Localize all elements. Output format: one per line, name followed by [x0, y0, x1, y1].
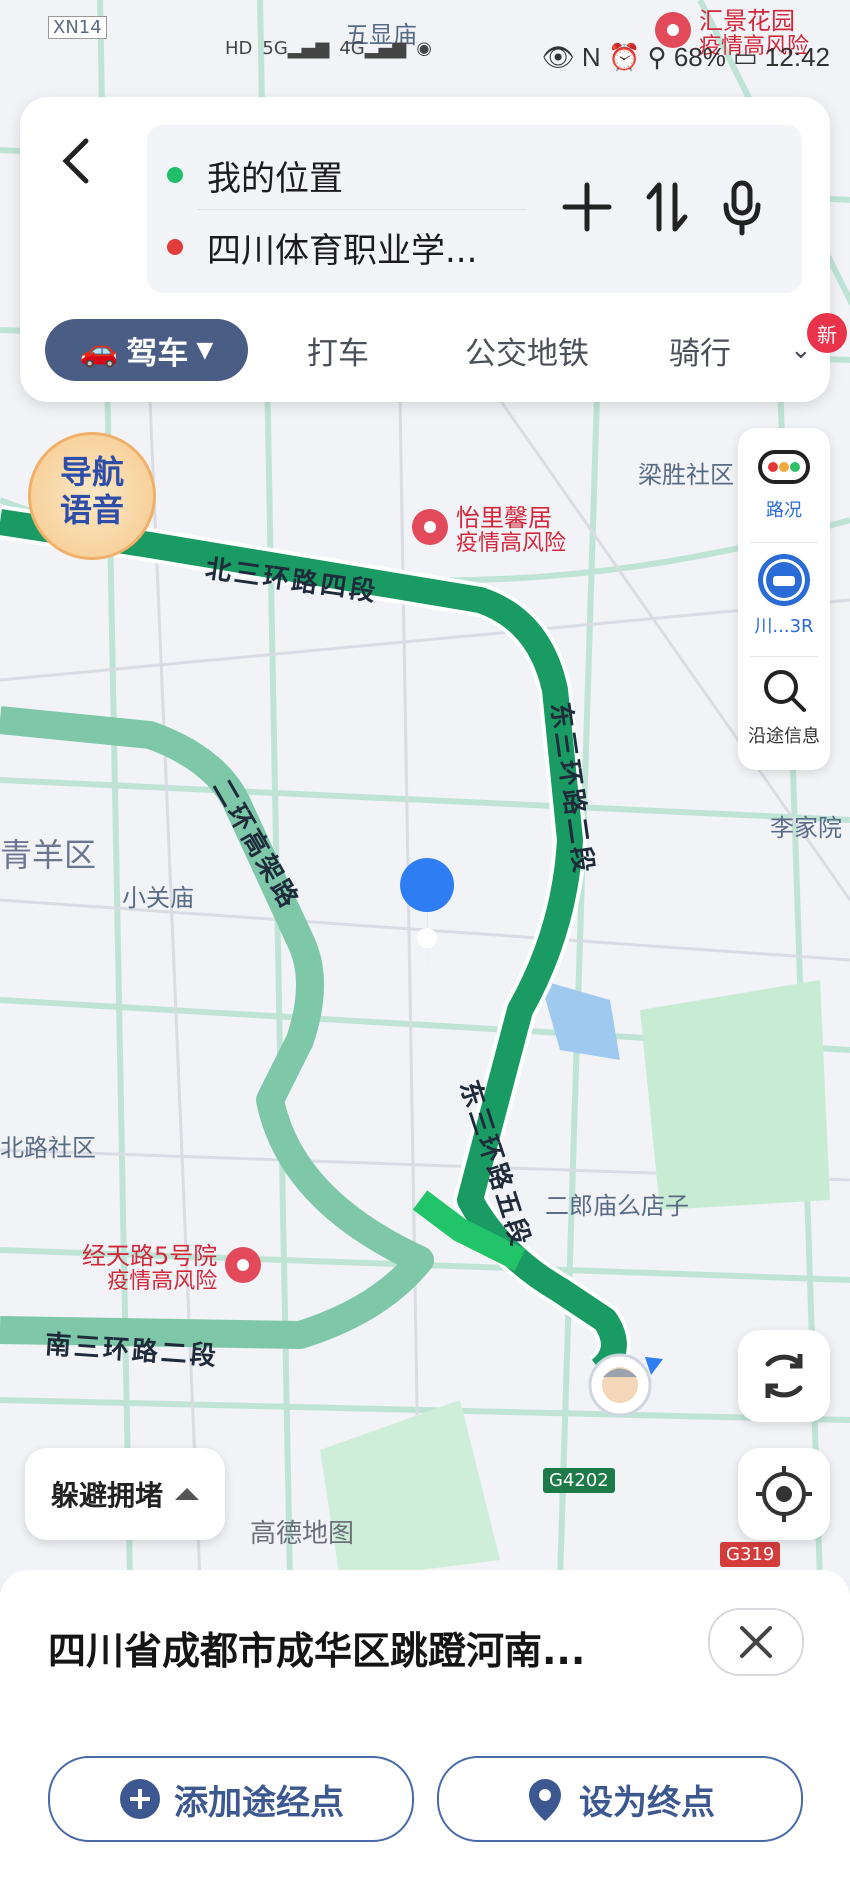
origin-dot-icon: [167, 167, 183, 183]
add-waypoint-label: 添加途经点: [174, 1782, 344, 1823]
location-pin-icon: [529, 1779, 561, 1821]
bottom-sheet: 四川省成都市成华区跳蹬河南... 添加途经点 设为终点: [0, 1570, 850, 1889]
refresh-icon: [765, 1354, 803, 1398]
tab-drive[interactable]: 🚗 驾车 ▼: [45, 319, 248, 381]
plate-label: 川...3R: [754, 616, 814, 637]
risk-area-jingtian[interactable]: 经天路5号院 疫情高风险: [82, 1243, 269, 1295]
tab-bike[interactable]: 骑行: [669, 319, 731, 381]
risk-pin-icon: [412, 509, 448, 545]
chevron-down-icon: ▼: [196, 337, 214, 363]
search-icon: [764, 670, 806, 712]
origin-label: 我的位置: [207, 158, 343, 199]
place-beilu: 北路社区: [0, 1134, 96, 1162]
risk-note: 疫情高风险: [107, 1269, 218, 1294]
destination-label: 四川体育职业学...: [207, 230, 478, 271]
add-waypoint-button[interactable]: 添加途经点: [48, 1756, 414, 1842]
close-button[interactable]: [708, 1608, 804, 1676]
plus-circle-icon: [120, 1779, 160, 1819]
chevron-up-icon: [175, 1488, 199, 1500]
place-xiaoguanmiao: 小关庙: [122, 884, 194, 912]
5g-signal-icon: 5G▂▄▆: [262, 38, 330, 59]
road-code-g4202: G4202: [543, 1468, 615, 1493]
set-destination-button[interactable]: 设为终点: [437, 1756, 803, 1842]
tab-transit[interactable]: 公交地铁: [465, 319, 589, 381]
destination-field[interactable]: 四川体育职业学...: [167, 217, 477, 277]
location-icon: ⚲: [647, 42, 667, 72]
plate-button[interactable]: 川...3R: [738, 546, 830, 654]
crosshair-icon: [756, 1466, 812, 1522]
status-right: 👁 N ⏰ ⚲ 68% ▭ 12:42: [542, 42, 830, 73]
battery-icon: ▭: [733, 42, 758, 72]
new-badge: 新: [807, 313, 847, 353]
avoid-congestion-button[interactable]: 躲避拥堵: [25, 1448, 225, 1540]
divider: [197, 209, 527, 210]
alarm-icon: ⏰: [607, 42, 641, 72]
battery-percent: 68%: [673, 42, 726, 72]
place-liangsheng: 梁胜社区: [638, 461, 734, 489]
traffic-label: 路况: [766, 500, 802, 521]
travel-mode-tabs: 🚗 驾车 ▼ 打车 公交地铁 骑行 ⌄ 新: [45, 313, 847, 381]
route-card: 我的位置 四川体育职业学... 🚗 驾车 ▼ 打车 公交地铁 骑行 ⌄ 新: [20, 97, 847, 402]
road-code-g319: G319: [720, 1542, 781, 1567]
4g-signal-icon: 4G▂▄▆: [339, 38, 407, 59]
set-destination-label: 设为终点: [579, 1782, 715, 1823]
risk-name: 经天路5号院: [82, 1242, 218, 1270]
status-icons: HD 5G▂▄▆ 4G▂▄▆ ◉: [225, 38, 432, 59]
divider: [750, 542, 818, 543]
nfc-icon: N: [581, 42, 601, 72]
destination-title: 四川省成都市成华区跳蹬河南...: [48, 1629, 586, 1673]
divider: [750, 656, 818, 657]
back-arrow-icon[interactable]: [50, 131, 100, 191]
risk-pin-icon: [225, 1247, 262, 1283]
along-route-info-button[interactable]: 沿途信息: [738, 658, 830, 766]
origin-field[interactable]: 我的位置: [167, 145, 343, 205]
place-qingyang: 青羊区: [0, 836, 97, 874]
route-inputs: 我的位置 四川体育职业学...: [147, 125, 802, 293]
along-label: 沿途信息: [748, 726, 820, 747]
tab-taxi-label: 打车: [307, 335, 369, 372]
risk-area-yilixin[interactable]: 怡里馨居 疫情高风险: [412, 505, 566, 557]
place-lijiayuan: 李家院: [770, 814, 842, 842]
refresh-button[interactable]: [738, 1330, 830, 1422]
map-logo: 高德地图: [250, 1519, 355, 1549]
risk-name: 怡里馨居: [456, 504, 552, 532]
hd-icon: HD: [225, 38, 253, 59]
traffic-button[interactable]: 路况: [738, 438, 830, 540]
nav-voice-badge[interactable]: 导航 语音: [28, 432, 156, 560]
wifi-icon: ◉: [416, 38, 432, 59]
tab-bike-label: 骑行: [669, 335, 731, 372]
traffic-light-icon: [758, 450, 810, 484]
car-icon: 🚗: [79, 332, 119, 369]
car-plate-icon: [758, 554, 810, 606]
place-erlangmiao: 二郎庙么店子: [545, 1192, 689, 1220]
voice-badge-line1: 导航: [59, 453, 124, 491]
eye-icon: 👁: [541, 42, 575, 72]
locate-button[interactable]: [738, 1448, 830, 1540]
voice-badge-line2: 语音: [59, 491, 124, 529]
avoid-label: 躲避拥堵: [50, 1479, 163, 1512]
clock: 12:42: [764, 42, 830, 72]
add-stop-icon[interactable]: [557, 177, 617, 237]
risk-note: 疫情高风险: [456, 531, 567, 556]
tab-transit-label: 公交地铁: [465, 335, 589, 372]
microphone-icon[interactable]: [712, 177, 772, 237]
status-bar: HD 5G▂▄▆ 4G▂▄▆ ◉ 👁 N ⏰ ⚲ 68% ▭ 12:42: [0, 0, 850, 73]
tab-taxi[interactable]: 打车: [307, 319, 369, 381]
tab-drive-label: 驾车: [126, 335, 189, 372]
destination-dot-icon: [167, 239, 183, 255]
swap-icon[interactable]: [637, 177, 697, 237]
close-icon: [740, 1626, 772, 1658]
side-toolbar: 路况 川...3R 沿途信息: [738, 428, 830, 770]
vehicle-avatar-icon: [588, 1353, 663, 1417]
